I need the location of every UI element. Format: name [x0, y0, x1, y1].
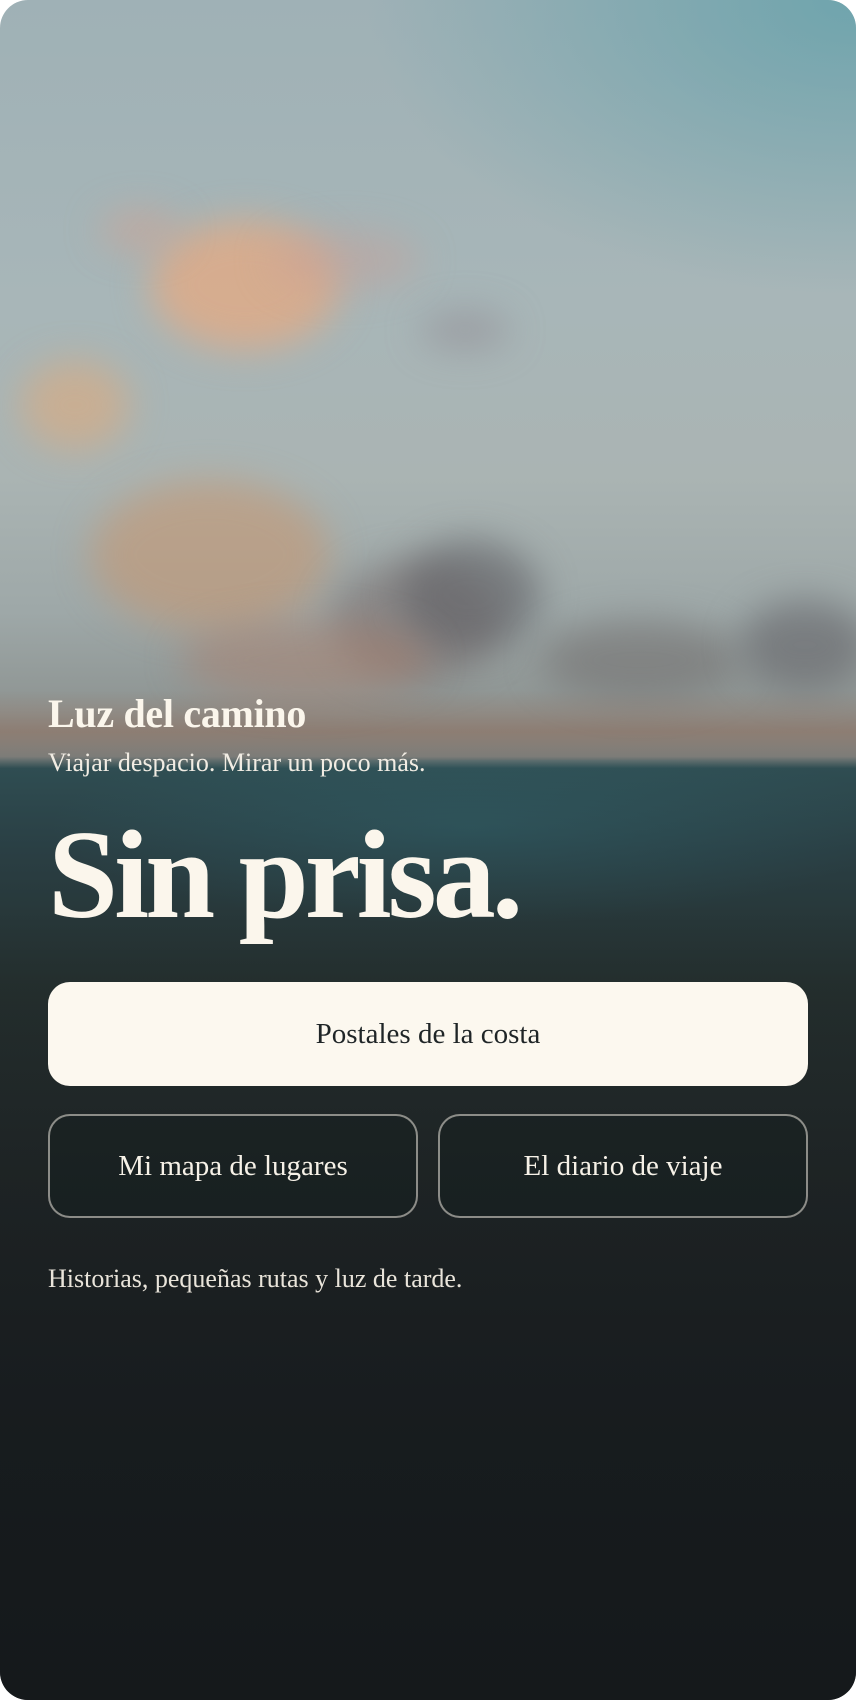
app-screen: Luz del camino Viajar despacio. Mirar un… [0, 0, 856, 1700]
cloud [180, 620, 430, 700]
cloud [100, 210, 180, 250]
brand-title: Luz del camino [48, 691, 307, 736]
cloud [90, 480, 330, 630]
cloud [540, 620, 740, 700]
secondary-actions: Mi mapa de lugares El diario de viaje [48, 1114, 808, 1218]
postcards-button[interactable]: Postales de la costa [48, 982, 808, 1086]
places-map-button[interactable]: Mi mapa de lugares [48, 1114, 418, 1218]
cloud [420, 310, 510, 350]
cloud [20, 360, 130, 450]
cloud [400, 540, 540, 650]
cloud [270, 230, 420, 290]
travel-diary-button[interactable]: El diario de viaje [438, 1114, 808, 1218]
hero-headline: Sin prisa. [48, 806, 523, 945]
footer-note: Historias, pequeñas rutas y luz de tarde… [48, 1264, 463, 1293]
main-content: Luz del camino Viajar despacio. Mirar un… [48, 690, 808, 1296]
brand-tagline: Viajar despacio. Mirar un poco más. [48, 748, 426, 777]
